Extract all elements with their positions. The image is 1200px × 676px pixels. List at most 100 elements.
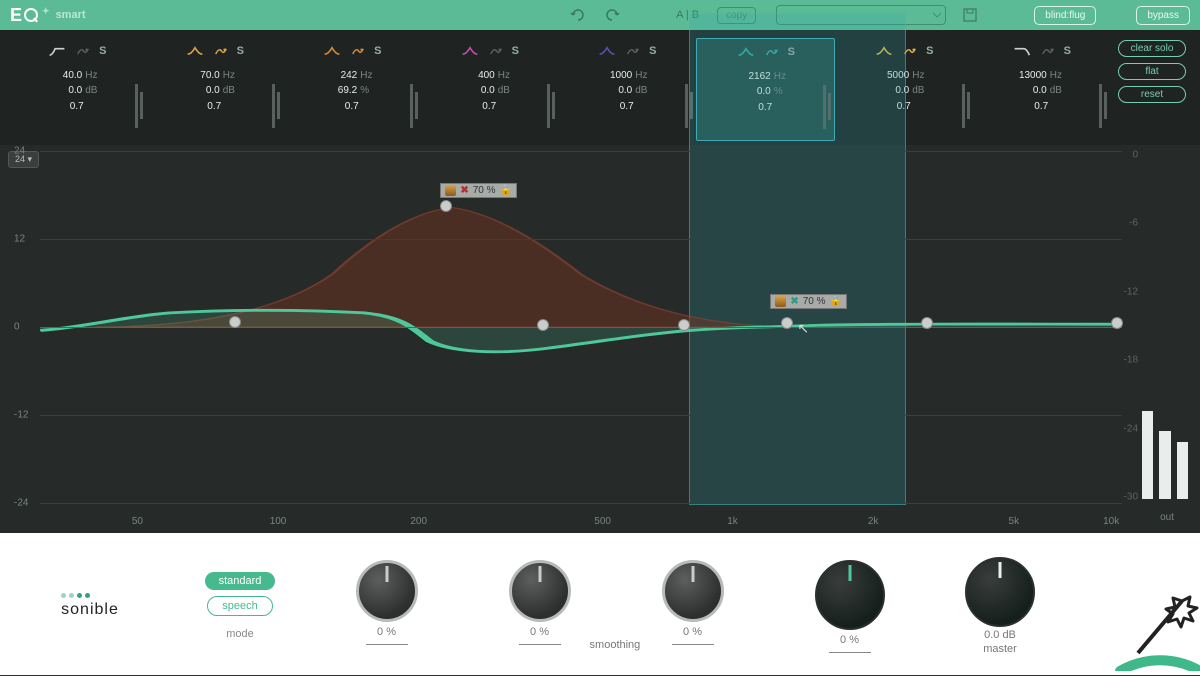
band-4[interactable]: S 400Hz0.0dB0.7 (421, 38, 559, 141)
blindflug-button[interactable]: blind:flug (1034, 6, 1096, 25)
logo-text: smart (56, 9, 86, 21)
x-tick: 100 (270, 516, 287, 527)
y-tick: 24 (14, 146, 25, 157)
band-2[interactable]: S 70.0Hz0.0dB0.7 (146, 38, 284, 141)
eq-node-3[interactable] (537, 319, 549, 331)
band-values: 13000Hz0.0dB0.7 (1017, 68, 1066, 114)
bottom-panel: sonible standard speech mode 0 % 0 % 0 %… (0, 533, 1200, 675)
x-tick: 50 (132, 516, 143, 527)
y-tick: 12 (14, 234, 25, 245)
solo-button[interactable]: S (512, 45, 519, 57)
save-icon[interactable] (962, 7, 978, 23)
eq-node-6[interactable] (921, 317, 933, 329)
smoothing-knob-1[interactable] (356, 560, 418, 622)
brand: sonible (0, 593, 180, 619)
undo-icon[interactable] (570, 7, 586, 23)
tooltip-value: 70 % (473, 185, 496, 196)
eq-node-2[interactable] (440, 200, 452, 212)
y-tick: -12 (14, 410, 28, 421)
knob-3-value: 0 % (683, 626, 702, 638)
learn-button[interactable] (1060, 541, 1200, 671)
solo-button[interactable]: S (374, 45, 381, 57)
smart-icon[interactable] (213, 44, 229, 58)
y-tick: 0 (14, 322, 20, 333)
band-1[interactable]: S40.0Hz0.0dB0.7 (8, 38, 146, 141)
out-label: out (1160, 512, 1174, 523)
chevron-down-icon (933, 11, 941, 19)
master-label: master (983, 643, 1017, 655)
band-values: 242Hz69.2%0.7 (327, 68, 376, 114)
r-tick: -18 (1124, 355, 1138, 366)
r-tick: -6 (1129, 218, 1138, 229)
tooltip-icon (775, 296, 786, 307)
filter-type-icon[interactable] (460, 45, 480, 57)
band-values: 1000Hz0.0dB0.7 (602, 68, 651, 114)
x-tick: 500 (594, 516, 611, 527)
solo-button[interactable]: S (926, 45, 933, 57)
eq-node-1[interactable] (229, 316, 241, 328)
eq-graph[interactable]: 24 ▾ ✖70 %🔒✖70 %🔒↖ out 24120-12-240-6-12… (0, 145, 1200, 533)
eq-node-4[interactable] (678, 319, 690, 331)
lock-icon: 🔒 (500, 185, 512, 196)
smart-icon[interactable] (75, 44, 91, 58)
band-8[interactable]: S 13000Hz0.0dB0.7 (973, 38, 1111, 141)
tooltip-close-icon[interactable]: ✖ (790, 296, 798, 307)
node-tooltip[interactable]: ✖70 %🔒 (770, 294, 847, 309)
master-value: 0.0 dB (984, 629, 1016, 641)
band-strip: S40.0Hz0.0dB0.7S70.0Hz0.0dB0.7S242Hz69.2… (0, 30, 1200, 145)
smart-icon[interactable] (625, 44, 641, 58)
side-actions: clear solo flat reset (1112, 38, 1192, 141)
tooltip-icon (445, 185, 456, 196)
master-knob[interactable] (965, 557, 1035, 627)
x-tick: 200 (410, 516, 427, 527)
solo-button[interactable]: S (1064, 45, 1071, 57)
eq-node-5[interactable] (781, 317, 793, 329)
mode-standard-button[interactable]: standard (205, 572, 276, 590)
redo-icon[interactable] (604, 7, 620, 23)
top-bar: E ✦ smart A | B copy blind:flug bypass (0, 0, 1200, 30)
solo-button[interactable]: S (237, 45, 244, 57)
master-column: 0.0 dB master (940, 557, 1060, 655)
bypass-button[interactable]: bypass (1136, 6, 1190, 25)
r-tick: -24 (1124, 423, 1138, 434)
filter-type-icon[interactable] (1012, 45, 1032, 57)
smoothing-knob-2[interactable] (509, 560, 571, 622)
brand-text: sonible (61, 601, 119, 619)
reset-button[interactable]: reset (1118, 86, 1186, 103)
band-values: 400Hz0.0dB0.7 (465, 68, 514, 114)
band-5[interactable]: S 1000Hz0.0dB0.7 (558, 38, 696, 141)
smoothing-knob-4[interactable] (815, 560, 885, 630)
node-tooltip[interactable]: ✖ 70 % 🔒 (440, 183, 517, 198)
eq-node-7[interactable] (1111, 317, 1123, 329)
lock-icon: 🔒 (830, 296, 842, 307)
mode-label: mode (226, 628, 254, 640)
solo-button[interactable]: S (99, 45, 106, 57)
mode-speech-button[interactable]: speech (207, 596, 272, 616)
mode-column: standard speech mode (180, 572, 300, 640)
smoothing-knob-3[interactable] (662, 560, 724, 622)
clear-solo-button[interactable]: clear solo (1118, 40, 1186, 57)
x-tick: 10k (1103, 516, 1119, 527)
filter-type-icon[interactable] (322, 45, 342, 57)
logo: E ✦ smart (10, 5, 86, 26)
filter-type-icon[interactable] (185, 45, 205, 57)
r-tick: -30 (1124, 492, 1138, 503)
smart-icon[interactable] (1040, 44, 1056, 58)
x-tick: 2k (868, 516, 879, 527)
knob-1-value: 0 % (377, 626, 396, 638)
smoothing-label: smoothing (590, 639, 641, 651)
band-3[interactable]: S 242Hz69.2%0.7 (283, 38, 421, 141)
y-tick: -24 (14, 498, 28, 509)
filter-type-icon[interactable] (47, 45, 67, 57)
flat-button[interactable]: flat (1118, 63, 1186, 80)
band-values: 70.0Hz0.0dB0.7 (190, 68, 239, 114)
filter-type-icon[interactable] (597, 45, 617, 57)
tooltip-close-icon[interactable]: ✖ (460, 185, 468, 196)
solo-button[interactable]: S (649, 45, 656, 57)
smart-icon[interactable] (488, 44, 504, 58)
x-tick: 1k (727, 516, 738, 527)
knob-4-value: 0 % (840, 634, 859, 646)
smoothing-knobs: 0 % 0 % 0 % 0 % smoothing (300, 560, 940, 653)
knob-2-value: 0 % (530, 626, 549, 638)
smart-icon[interactable] (350, 44, 366, 58)
